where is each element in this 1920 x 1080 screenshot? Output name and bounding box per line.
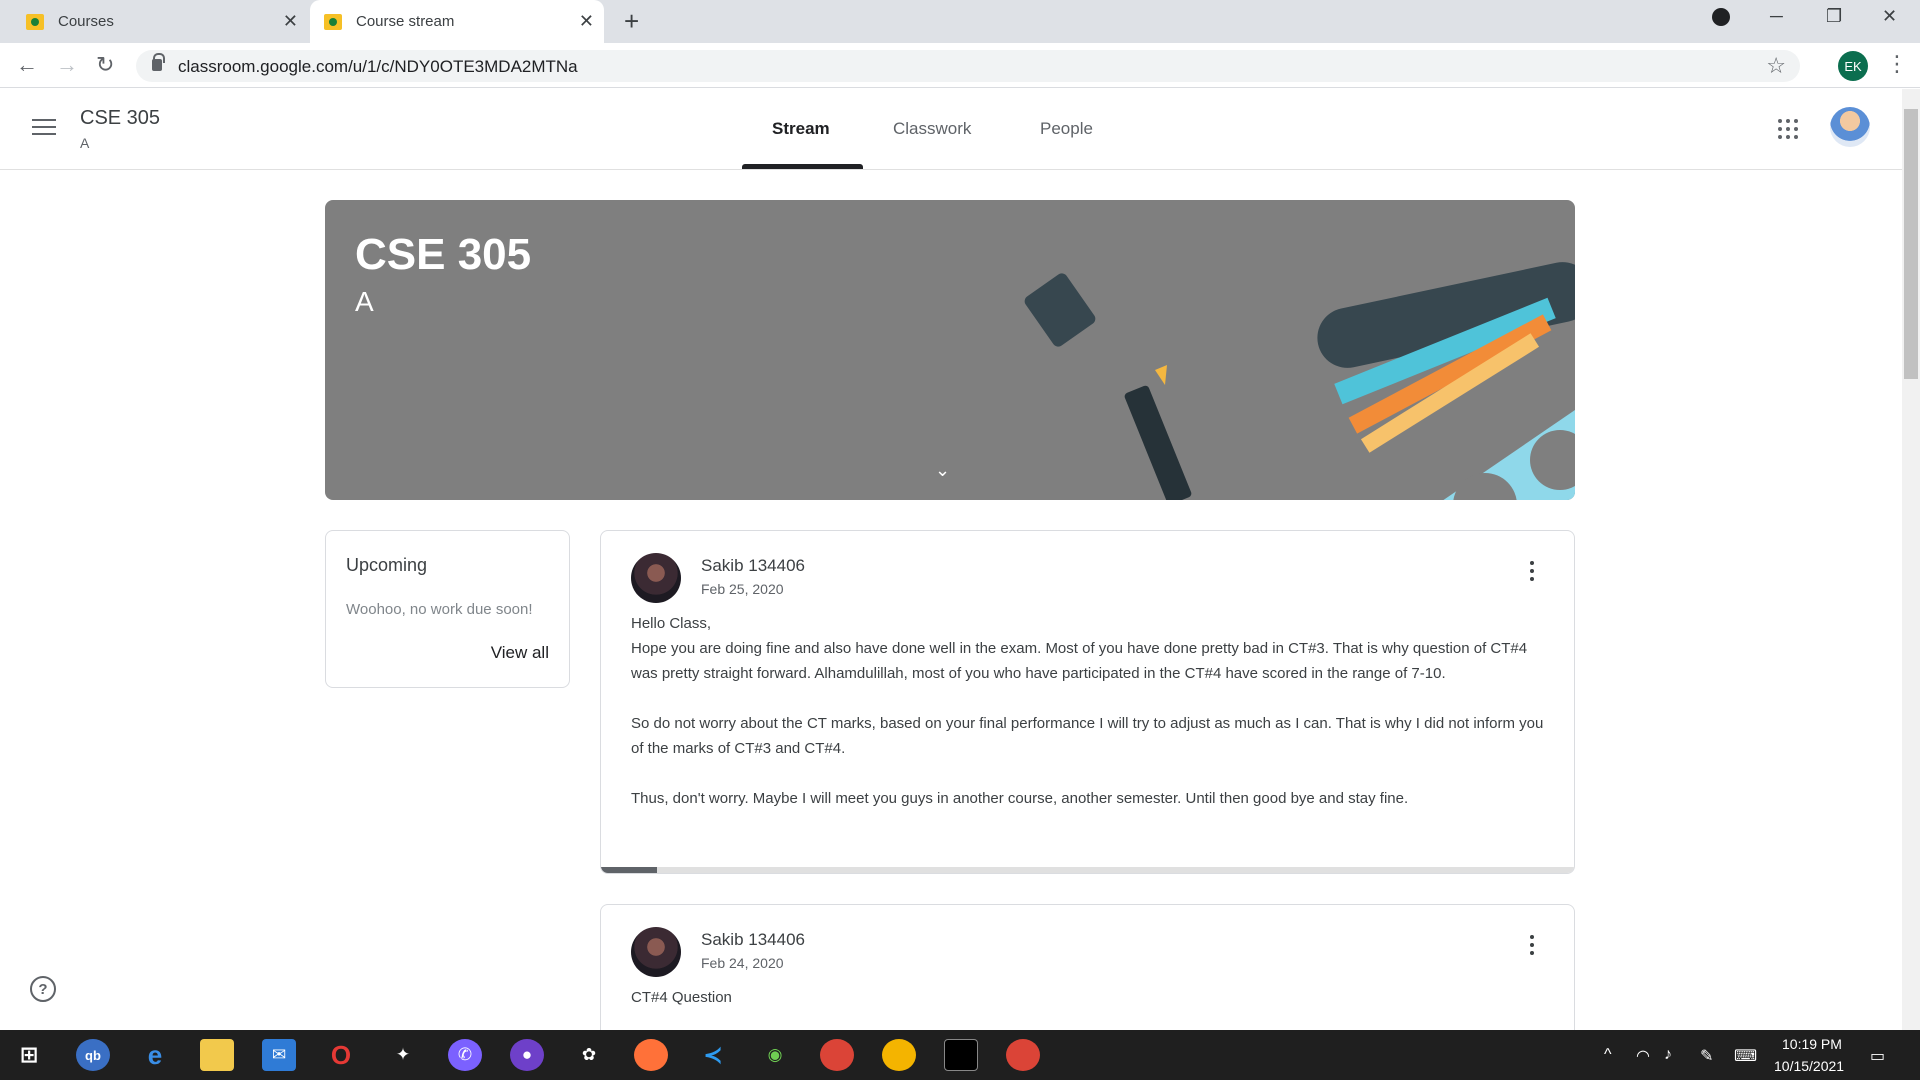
classroom-header: CSE 305 A Stream Classwork People bbox=[0, 89, 1902, 170]
minimize-icon[interactable]: ─ bbox=[1770, 6, 1783, 27]
new-tab-icon[interactable]: + bbox=[624, 8, 639, 34]
chevron-down-icon[interactable]: ⌄ bbox=[935, 460, 950, 481]
firefox-icon[interactable] bbox=[634, 1039, 668, 1071]
sublime-icon[interactable]: ◉ bbox=[758, 1039, 792, 1071]
chrome-alt-icon[interactable] bbox=[882, 1039, 916, 1071]
chrome-menu-icon[interactable]: ⋮ bbox=[1886, 51, 1908, 77]
classroom-favicon-icon bbox=[324, 13, 342, 30]
opera-icon[interactable]: O bbox=[324, 1039, 358, 1071]
main-menu-icon[interactable] bbox=[32, 119, 56, 137]
upcoming-message: Woohoo, no work due soon! bbox=[346, 601, 533, 618]
post-date[interactable]: Feb 24, 2020 bbox=[701, 955, 784, 971]
google-apps-icon[interactable] bbox=[1778, 119, 1798, 139]
browser-tab-course-stream[interactable]: Course stream ✕ bbox=[310, 0, 604, 43]
post-body: Hello Class, Hope you are doing fine and… bbox=[631, 615, 1544, 807]
mail-icon[interactable]: ✉ bbox=[262, 1039, 296, 1071]
tab-people[interactable]: People bbox=[1040, 119, 1093, 139]
page-scrollbar-thumb[interactable] bbox=[1904, 109, 1918, 379]
pen-icon[interactable]: ✎ bbox=[1700, 1046, 1713, 1066]
post-author: Sakib 134406 bbox=[701, 556, 805, 575]
course-title[interactable]: CSE 305 bbox=[80, 107, 160, 130]
upcoming-title: Upcoming bbox=[346, 555, 428, 575]
lock-icon[interactable] bbox=[152, 53, 165, 71]
course-section: A bbox=[80, 135, 90, 151]
user-avatar[interactable] bbox=[1830, 107, 1870, 147]
browser-toolbar: ← → ↻ classroom.google.com/u/1/c/NDY0OTE… bbox=[0, 43, 1920, 88]
browser-tab-bar: Courses ✕ Course stream ✕ + ─ ❐ ✕ bbox=[0, 0, 1920, 43]
vscode-icon[interactable]: ≺ bbox=[696, 1039, 730, 1071]
show-hidden-icons-icon[interactable]: ^ bbox=[1604, 1046, 1612, 1064]
tab-classwork[interactable]: Classwork bbox=[893, 119, 971, 139]
post-author: Sakib 134406 bbox=[701, 930, 805, 949]
address-bar[interactable]: classroom.google.com/u/1/c/NDY0OTE3MDA2M… bbox=[136, 50, 1800, 82]
course-banner: CSE 305 A ⌄ bbox=[325, 200, 1575, 500]
chrome-icon[interactable] bbox=[820, 1039, 854, 1071]
classroom-favicon-icon bbox=[26, 13, 44, 30]
github-icon[interactable]: ● bbox=[510, 1039, 544, 1071]
tab-title: Courses bbox=[58, 13, 114, 30]
clock-time[interactable]: 10:19 PM bbox=[1782, 1036, 1842, 1052]
bookmark-star-icon[interactable]: ☆ bbox=[1766, 53, 1786, 79]
more-options-icon[interactable] bbox=[1530, 935, 1534, 955]
tab-title: Course stream bbox=[356, 13, 455, 30]
post-date[interactable]: Feb 25, 2020 bbox=[701, 581, 784, 597]
restore-icon[interactable]: ❐ bbox=[1826, 6, 1842, 27]
terminal-icon[interactable] bbox=[944, 1039, 978, 1071]
wifi-icon[interactable]: ◠ bbox=[1636, 1046, 1650, 1066]
forward-icon[interactable]: → bbox=[56, 52, 78, 78]
media-control-icon[interactable] bbox=[1712, 8, 1730, 26]
qbittorrent-icon[interactable]: qb bbox=[76, 1039, 110, 1071]
paint-icon[interactable]: ✿ bbox=[572, 1039, 606, 1071]
volume-icon[interactable]: ♪ bbox=[1664, 1046, 1672, 1064]
banner-section: A bbox=[355, 286, 374, 317]
post-body: CT#4 Question bbox=[631, 989, 732, 1006]
upcoming-card: Upcoming Woohoo, no work due soon! View … bbox=[325, 530, 570, 688]
edge-icon[interactable]: e bbox=[138, 1039, 172, 1071]
file-explorer-icon[interactable] bbox=[200, 1039, 234, 1071]
back-icon[interactable]: ← bbox=[16, 52, 38, 78]
more-options-icon[interactable] bbox=[1530, 561, 1534, 581]
close-tab-icon[interactable]: ✕ bbox=[579, 12, 594, 30]
help-icon[interactable]: ? bbox=[30, 976, 56, 1002]
windows-taskbar: ⊞ qb e ✉ O ✦ ✆ ● ✿ ≺ ◉ ^ ◠ ♪ ✎ ⌨ 10:19 P… bbox=[0, 1030, 1920, 1080]
close-tab-icon[interactable]: ✕ bbox=[283, 12, 298, 30]
chrome-profile-ek-icon[interactable] bbox=[1006, 1039, 1040, 1071]
post-horizontal-scrollbar[interactable] bbox=[601, 867, 1574, 873]
view-all-button[interactable]: View all bbox=[491, 643, 549, 663]
announcement-post[interactable]: Sakib 134406 Feb 25, 2020 Hello Class, H… bbox=[600, 530, 1575, 874]
messenger-icon[interactable]: ✆ bbox=[448, 1039, 482, 1071]
author-avatar bbox=[631, 553, 681, 603]
reload-icon[interactable]: ↻ bbox=[96, 52, 114, 78]
tab-stream[interactable]: Stream bbox=[772, 119, 830, 139]
windows-start-icon[interactable]: ⊞ bbox=[12, 1039, 46, 1071]
browser-tab-courses[interactable]: Courses ✕ bbox=[0, 0, 308, 43]
notification-center-icon[interactable]: ▭ bbox=[1870, 1046, 1885, 1066]
active-tab-indicator bbox=[742, 164, 863, 169]
inkscape-icon[interactable]: ✦ bbox=[386, 1039, 420, 1071]
close-window-icon[interactable]: ✕ bbox=[1882, 6, 1897, 27]
keyboard-icon[interactable]: ⌨ bbox=[1734, 1046, 1757, 1066]
browser-profile-avatar[interactable]: EK bbox=[1838, 51, 1868, 81]
banner-course-title: CSE 305 bbox=[355, 230, 532, 279]
clock-date[interactable]: 10/15/2021 bbox=[1774, 1058, 1844, 1074]
url-text[interactable]: classroom.google.com/u/1/c/NDY0OTE3MDA2M… bbox=[178, 57, 578, 77]
author-avatar bbox=[631, 927, 681, 977]
